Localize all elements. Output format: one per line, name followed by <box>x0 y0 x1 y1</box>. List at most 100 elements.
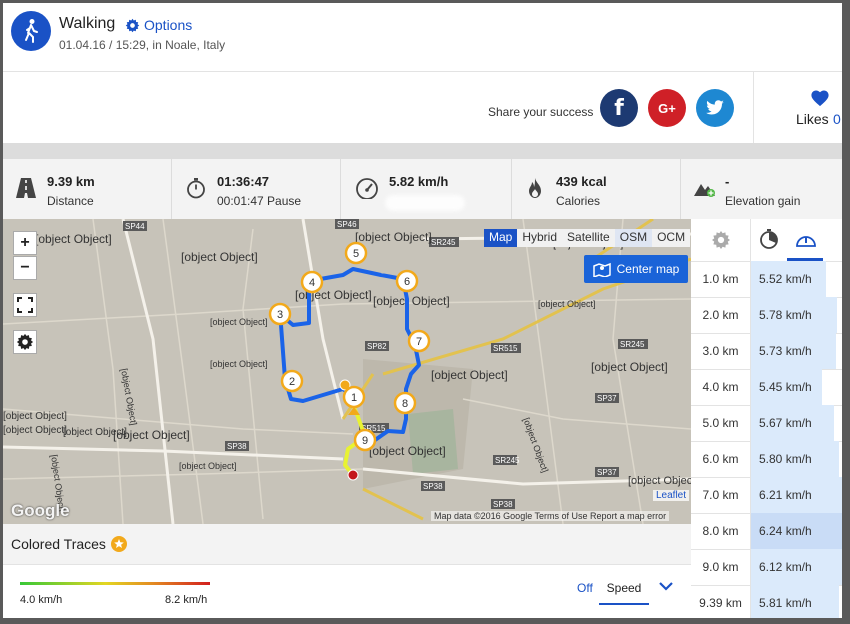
fullscreen-icon <box>17 297 33 313</box>
map-type-satellite[interactable]: Satellite <box>562 229 615 247</box>
split-distance: 9.39 km <box>699 596 742 610</box>
stat-duration: 01:36:47 00:01:47 Pause <box>172 159 341 219</box>
walking-icon <box>11 11 51 51</box>
map-attribution[interactable]: Map data ©2016 Google Terms of Use Repor… <box>431 511 670 521</box>
road-label: SR515 <box>493 344 518 353</box>
facebook-button[interactable]: f <box>600 89 638 127</box>
traces-mode-select[interactable]: Speed <box>599 576 649 605</box>
options-button[interactable]: Options <box>125 17 192 33</box>
splits-column-divider <box>750 219 751 618</box>
route-map[interactable]: SP44 SP46 SR245 SR245 SP82 SR515 SP37 SP… <box>3 219 691 524</box>
stat-value: - <box>725 174 730 189</box>
place-label: [object Object] <box>431 368 508 382</box>
twitter-button[interactable] <box>696 89 734 127</box>
map-settings-button[interactable] <box>13 330 37 354</box>
place-label: [object Object] <box>3 425 67 436</box>
split-speed: 5.81 km/h <box>759 596 812 610</box>
km-marker[interactable]: 8 <box>393 391 417 415</box>
fullscreen-button[interactable] <box>13 293 37 317</box>
likes-count[interactable]: 0 <box>833 111 841 127</box>
split-speed: 5.45 km/h <box>759 380 812 394</box>
place-label: [object Object] <box>3 411 67 422</box>
split-distance: 6.0 km <box>702 452 739 466</box>
svg-text:1: 1 <box>351 392 357 404</box>
legend-max: 8.2 km/h <box>165 594 208 606</box>
split-speed: 5.67 km/h <box>759 416 812 430</box>
place-label: [object Object] <box>35 232 112 246</box>
twitter-icon <box>706 100 724 115</box>
split-distance: 4.0 km <box>702 380 739 394</box>
stat-value: 01:36:47 <box>217 174 270 189</box>
split-speed: 5.78 km/h <box>759 308 812 322</box>
place-label: [object Object] <box>538 299 596 309</box>
zoom-out-button[interactable]: − <box>13 256 37 280</box>
speed-gradient <box>20 582 210 585</box>
activity-subtitle: 01.04.16 / 15:29, in Noale, Italy <box>59 38 226 52</box>
split-row: 3.0 km 5.73 km/h <box>691 333 842 370</box>
place-label: [object Object] <box>355 230 432 244</box>
map-type-ocm[interactable]: OCM <box>652 229 690 247</box>
place-label: [object Object] <box>210 359 268 369</box>
split-distance: 9.0 km <box>702 560 739 574</box>
map-type-switcher: Map Hybrid Satellite OSM OCM <box>484 229 691 247</box>
google-plus-icon: G+ <box>658 100 676 116</box>
place-label: [object Object] <box>373 294 450 308</box>
split-row: 1.0 km 5.52 km/h <box>691 261 842 298</box>
split-speed: 5.80 km/h <box>759 452 812 466</box>
facebook-icon: f <box>614 95 624 121</box>
split-distance: 7.0 km <box>702 488 739 502</box>
leaflet-link[interactable]: Leaflet <box>653 490 690 501</box>
activity-header: Walking Options 01.04.16 / 15:29, in Noa… <box>3 3 842 72</box>
km-marker[interactable]: 2 <box>280 369 304 393</box>
map-center-icon <box>592 262 611 277</box>
map-type-osm[interactable]: OSM <box>614 229 653 247</box>
map-type-map[interactable]: Map <box>484 229 518 247</box>
km-marker[interactable]: 5 <box>344 241 368 265</box>
km-marker[interactable]: 3 <box>268 302 292 326</box>
road-label: SP46 <box>337 220 357 229</box>
chevron-down-icon[interactable] <box>658 580 674 592</box>
km-marker[interactable]: 4 <box>300 270 324 294</box>
flame-icon <box>529 178 541 198</box>
gear-icon[interactable] <box>711 230 731 250</box>
colored-traces-label: Colored Traces <box>11 536 106 552</box>
stat-distance: 9.39 km Distance <box>3 159 172 219</box>
stat-value: 439 kcal <box>556 174 607 189</box>
splits-header <box>691 219 842 262</box>
split-row: 4.0 km 5.45 km/h <box>691 369 842 406</box>
svg-text:9: 9 <box>362 435 368 447</box>
center-map-button[interactable]: Center map <box>584 255 688 283</box>
stat-label: Elevation gain <box>725 194 801 208</box>
km-marker[interactable]: 9 <box>353 428 377 452</box>
split-distance: 3.0 km <box>702 344 739 358</box>
km-marker[interactable]: 6 <box>395 269 419 293</box>
star-badge-icon <box>111 536 127 552</box>
svg-text:8: 8 <box>402 398 408 410</box>
speedometer-icon <box>356 178 378 199</box>
stat-calories: 439 kcal Calories <box>512 159 681 219</box>
split-row: 6.0 km 5.80 km/h <box>691 441 842 478</box>
map-type-hybrid[interactable]: Hybrid <box>517 229 562 247</box>
split-row: 5.0 km 5.67 km/h <box>691 405 842 442</box>
stat-value: 9.39 km <box>47 174 95 189</box>
road-label: SP38 <box>493 500 513 509</box>
google-plus-button[interactable]: G+ <box>648 89 686 127</box>
likes-label: Likes <box>796 111 829 127</box>
svg-text:5: 5 <box>353 248 359 260</box>
split-row: 9.39 km 5.81 km/h <box>691 585 842 618</box>
km-marker[interactable]: 7 <box>407 329 431 353</box>
stat-label-blurred <box>385 195 465 211</box>
gear-icon <box>125 18 140 32</box>
pace-tab-icon[interactable] <box>759 229 779 249</box>
share-label: Share your success <box>488 105 594 119</box>
stat-label: 00:01:47 Pause <box>217 194 302 208</box>
stats-bar: 9.39 km Distance 01:36:47 00:01:47 Pause… <box>3 159 842 219</box>
place-label: [object Object] <box>591 360 668 374</box>
zoom-in-button[interactable]: + <box>13 231 37 255</box>
split-distance: 1.0 km <box>702 272 739 286</box>
route-end-marker[interactable] <box>347 469 359 481</box>
traces-off-toggle[interactable]: Off <box>577 581 593 595</box>
share-bar: Share your success f G+ Likes 0 <box>3 71 842 144</box>
heart-icon[interactable] <box>810 89 830 107</box>
speed-tab-icon[interactable] <box>795 229 817 249</box>
